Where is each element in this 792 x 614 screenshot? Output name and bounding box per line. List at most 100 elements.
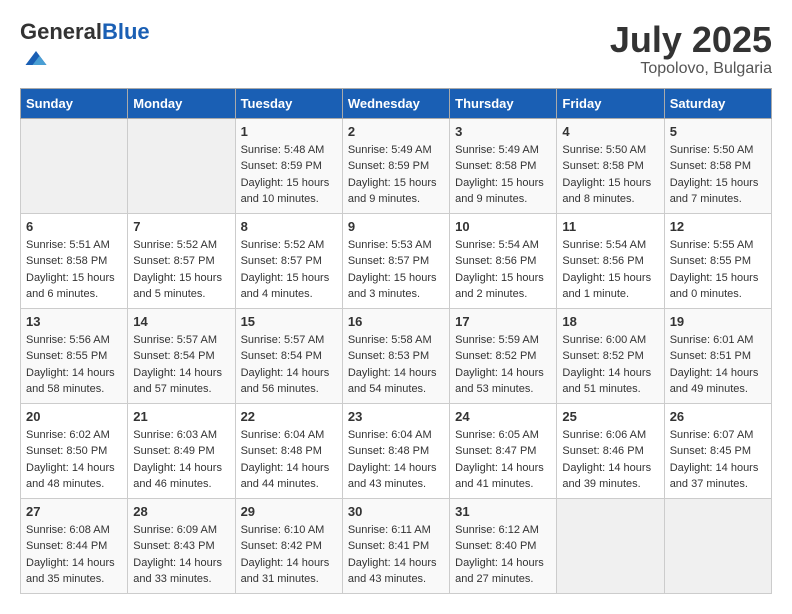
day-info: Sunrise: 6:04 AMSunset: 8:48 PMDaylight:… bbox=[241, 427, 337, 493]
calendar-cell: 1Sunrise: 5:48 AMSunset: 8:59 PMDaylight… bbox=[235, 118, 342, 213]
calendar-week-row: 27Sunrise: 6:08 AMSunset: 8:44 PMDayligh… bbox=[21, 498, 772, 593]
day-info: Sunrise: 5:49 AMSunset: 8:58 PMDaylight:… bbox=[455, 142, 551, 208]
calendar-cell bbox=[21, 118, 128, 213]
calendar-cell: 17 Sunrise: 5:59 AMSunset: 8:52 PMDayligh… bbox=[450, 308, 557, 403]
day-number: 23 bbox=[348, 409, 444, 424]
calendar-cell: 28 Sunrise: 6:09 AMSunset: 8:43 PMDayligh… bbox=[128, 498, 235, 593]
calendar-cell: 29 Sunrise: 6:10 AMSunset: 8:42 PMDayligh… bbox=[235, 498, 342, 593]
calendar-cell: 24Sunrise: 6:05 AMSunset: 8:47 PMDayligh… bbox=[450, 403, 557, 498]
day-number: 18 bbox=[562, 314, 658, 329]
day-info: Sunrise: 6:06 AMSunset: 8:46 PMDaylight:… bbox=[562, 427, 658, 493]
calendar-cell bbox=[664, 498, 771, 593]
day-number: 10 bbox=[455, 219, 551, 234]
day-number: 28 bbox=[133, 504, 229, 519]
day-number: 9 bbox=[348, 219, 444, 234]
day-number: 17 bbox=[455, 314, 551, 329]
day-info: Sunrise: 5:53 AMSunset: 8:57 PMDaylight:… bbox=[348, 237, 444, 303]
day-number: 20 bbox=[26, 409, 122, 424]
day-number: 24 bbox=[455, 409, 551, 424]
day-info: Sunrise: 5:58 AMSunset: 8:53 PMDaylight:… bbox=[348, 332, 444, 398]
day-number: 26 bbox=[670, 409, 766, 424]
day-number: 27 bbox=[26, 504, 122, 519]
calendar-cell: 13 Sunrise: 5:56 AMSunset: 8:55 PMDayligh… bbox=[21, 308, 128, 403]
day-info: Sunrise: 6:07 AMSunset: 8:45 PMDaylight:… bbox=[670, 427, 766, 493]
day-info: Sunrise: 5:59 AMSunset: 8:52 PMDaylight:… bbox=[455, 332, 551, 398]
day-number: 13 bbox=[26, 314, 122, 329]
day-info: Sunrise: 5:50 AMSunset: 8:58 PMDaylight:… bbox=[562, 142, 658, 208]
day-number: 19 bbox=[670, 314, 766, 329]
month-title: July 2025 bbox=[610, 20, 772, 60]
calendar-week-row: 13 Sunrise: 5:56 AMSunset: 8:55 PMDayligh… bbox=[21, 308, 772, 403]
calendar-cell: 14Sunrise: 5:57 AMSunset: 8:54 PMDayligh… bbox=[128, 308, 235, 403]
calendar-cell: 12 Sunrise: 5:55 AMSunset: 8:55 PMDayligh… bbox=[664, 213, 771, 308]
calendar-week-row: 1Sunrise: 5:48 AMSunset: 8:59 PMDaylight… bbox=[21, 118, 772, 213]
day-info: Sunrise: 5:54 AMSunset: 8:56 PMDaylight:… bbox=[562, 237, 658, 303]
day-info: Sunrise: 6:12 AMSunset: 8:40 PMDaylight:… bbox=[455, 522, 551, 588]
day-number: 14 bbox=[133, 314, 229, 329]
calendar-cell: 16 Sunrise: 5:58 AMSunset: 8:53 PMDayligh… bbox=[342, 308, 449, 403]
logo-general-text: General bbox=[20, 19, 102, 44]
day-number: 8 bbox=[241, 219, 337, 234]
day-number: 2 bbox=[348, 124, 444, 139]
day-number: 16 bbox=[348, 314, 444, 329]
day-number: 30 bbox=[348, 504, 444, 519]
weekday-header: Thursday bbox=[450, 88, 557, 118]
calendar-cell: 27Sunrise: 6:08 AMSunset: 8:44 PMDayligh… bbox=[21, 498, 128, 593]
logo: GeneralBlue bbox=[20, 20, 150, 77]
calendar-cell: 19 Sunrise: 6:01 AMSunset: 8:51 PMDayligh… bbox=[664, 308, 771, 403]
page-header: GeneralBlue July 2025 Topolovo, Bulgaria bbox=[20, 20, 772, 78]
day-info: Sunrise: 5:50 AMSunset: 8:58 PMDaylight:… bbox=[670, 142, 766, 208]
weekday-header: Sunday bbox=[21, 88, 128, 118]
day-info: Sunrise: 5:55 AMSunset: 8:55 PMDaylight:… bbox=[670, 237, 766, 303]
calendar-cell: 31 Sunrise: 6:12 AMSunset: 8:40 PMDayligh… bbox=[450, 498, 557, 593]
calendar-cell: 2Sunrise: 5:49 AMSunset: 8:59 PMDaylight… bbox=[342, 118, 449, 213]
calendar-cell: 11Sunrise: 5:54 AMSunset: 8:56 PMDayligh… bbox=[557, 213, 664, 308]
weekday-header: Wednesday bbox=[342, 88, 449, 118]
day-info: Sunrise: 5:56 AMSunset: 8:55 PMDaylight:… bbox=[26, 332, 122, 398]
weekday-header: Friday bbox=[557, 88, 664, 118]
calendar-cell bbox=[557, 498, 664, 593]
calendar-cell bbox=[128, 118, 235, 213]
day-info: Sunrise: 6:10 AMSunset: 8:42 PMDaylight:… bbox=[241, 522, 337, 588]
calendar-cell: 20 Sunrise: 6:02 AMSunset: 8:50 PMDayligh… bbox=[21, 403, 128, 498]
day-info: Sunrise: 5:52 AMSunset: 8:57 PMDaylight:… bbox=[133, 237, 229, 303]
day-number: 6 bbox=[26, 219, 122, 234]
calendar-cell: 6 Sunrise: 5:51 AMSunset: 8:58 PMDaylight… bbox=[21, 213, 128, 308]
calendar-cell: 9 Sunrise: 5:53 AMSunset: 8:57 PMDaylight… bbox=[342, 213, 449, 308]
day-info: Sunrise: 6:03 AMSunset: 8:49 PMDaylight:… bbox=[133, 427, 229, 493]
calendar-week-row: 6 Sunrise: 5:51 AMSunset: 8:58 PMDaylight… bbox=[21, 213, 772, 308]
day-number: 3 bbox=[455, 124, 551, 139]
day-info: Sunrise: 6:02 AMSunset: 8:50 PMDaylight:… bbox=[26, 427, 122, 493]
day-number: 21 bbox=[133, 409, 229, 424]
day-number: 12 bbox=[670, 219, 766, 234]
day-number: 29 bbox=[241, 504, 337, 519]
day-number: 31 bbox=[455, 504, 551, 519]
calendar-week-row: 20 Sunrise: 6:02 AMSunset: 8:50 PMDayligh… bbox=[21, 403, 772, 498]
calendar-cell: 21 Sunrise: 6:03 AMSunset: 8:49 PMDayligh… bbox=[128, 403, 235, 498]
weekday-header: Monday bbox=[128, 88, 235, 118]
weekday-header-row: SundayMondayTuesdayWednesdayThursdayFrid… bbox=[21, 88, 772, 118]
day-info: Sunrise: 6:01 AMSunset: 8:51 PMDaylight:… bbox=[670, 332, 766, 398]
calendar-cell: 3 Sunrise: 5:49 AMSunset: 8:58 PMDaylight… bbox=[450, 118, 557, 213]
day-info: Sunrise: 5:52 AMSunset: 8:57 PMDaylight:… bbox=[241, 237, 337, 303]
day-number: 5 bbox=[670, 124, 766, 139]
day-number: 15 bbox=[241, 314, 337, 329]
calendar-cell: 22 Sunrise: 6:04 AMSunset: 8:48 PMDayligh… bbox=[235, 403, 342, 498]
calendar-cell: 7Sunrise: 5:52 AMSunset: 8:57 PMDaylight… bbox=[128, 213, 235, 308]
day-number: 22 bbox=[241, 409, 337, 424]
day-info: Sunrise: 5:51 AMSunset: 8:58 PMDaylight:… bbox=[26, 237, 122, 303]
title-block: July 2025 Topolovo, Bulgaria bbox=[610, 20, 772, 78]
day-info: Sunrise: 6:09 AMSunset: 8:43 PMDaylight:… bbox=[133, 522, 229, 588]
location-title: Topolovo, Bulgaria bbox=[610, 60, 772, 78]
day-info: Sunrise: 5:54 AMSunset: 8:56 PMDaylight:… bbox=[455, 237, 551, 303]
calendar-cell: 30Sunrise: 6:11 AMSunset: 8:41 PMDayligh… bbox=[342, 498, 449, 593]
logo-icon bbox=[22, 44, 50, 72]
calendar-cell: 18 Sunrise: 6:00 AMSunset: 8:52 PMDayligh… bbox=[557, 308, 664, 403]
day-info: Sunrise: 5:57 AMSunset: 8:54 PMDaylight:… bbox=[241, 332, 337, 398]
calendar-cell: 10 Sunrise: 5:54 AMSunset: 8:56 PMDayligh… bbox=[450, 213, 557, 308]
logo-blue-text: Blue bbox=[102, 19, 150, 44]
weekday-header: Tuesday bbox=[235, 88, 342, 118]
weekday-header: Saturday bbox=[664, 88, 771, 118]
day-info: Sunrise: 6:00 AMSunset: 8:52 PMDaylight:… bbox=[562, 332, 658, 398]
calendar-cell: 25Sunrise: 6:06 AMSunset: 8:46 PMDayligh… bbox=[557, 403, 664, 498]
